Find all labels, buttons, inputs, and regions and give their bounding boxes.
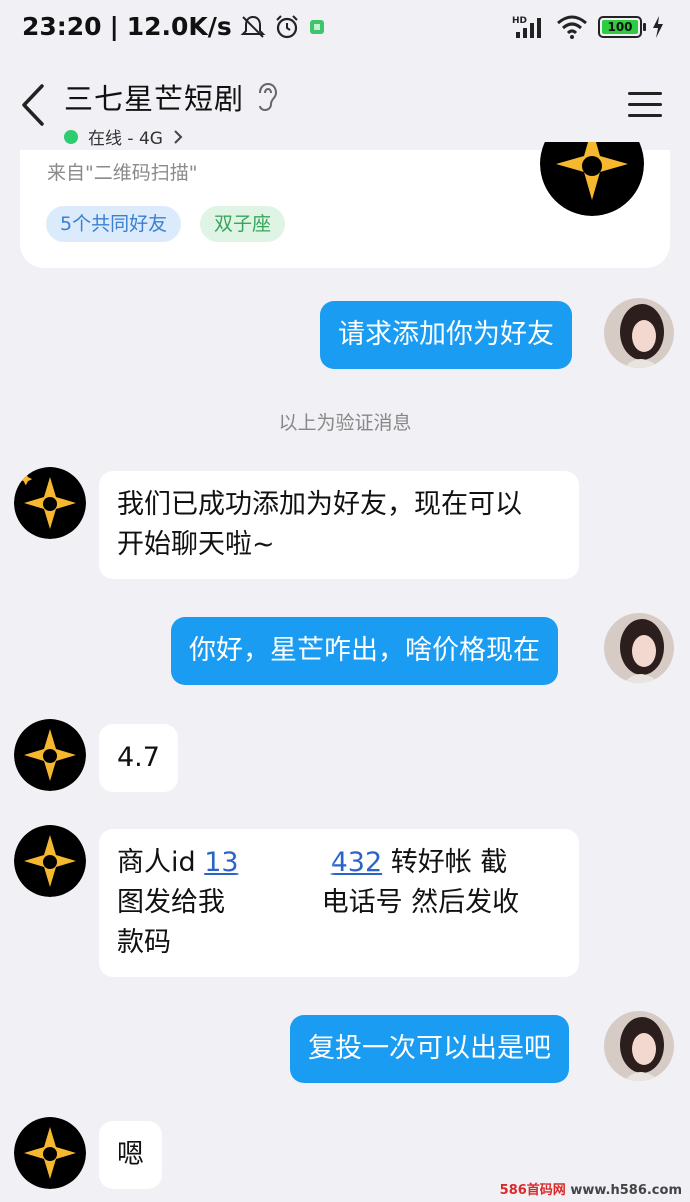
my-avatar[interactable] (604, 298, 674, 368)
message-bubble-in[interactable]: 商人id 13 432 转好帐 截 图发给我 电话号 然后发收 款码 (99, 829, 579, 977)
merchant-id-link[interactable]: 432 (331, 847, 383, 878)
mutual-friends-tag[interactable]: 5个共同好友 (46, 206, 182, 242)
alarm-clock-icon (276, 14, 298, 38)
contact-avatar[interactable] (14, 1117, 86, 1189)
online-status-text: 在线 - 4G (88, 129, 163, 149)
svg-text:HD: HD (512, 16, 527, 26)
system-message: 以上为验证消息 (278, 412, 412, 434)
message-text: 开始聊天啦~ (117, 529, 275, 560)
message-text: 我们已成功添加为好友，现在可以 (117, 489, 522, 520)
status-time: 23:20 (22, 12, 102, 41)
message-text: 你好，星芒咋出，啥价格现在 (189, 635, 540, 666)
message-bubble-out[interactable]: 复投一次可以出是吧 (290, 1015, 569, 1083)
message-text: 复投一次可以出是吧 (308, 1033, 551, 1064)
contact-avatar[interactable] (14, 719, 86, 791)
message-text: 图发给我 (117, 887, 234, 918)
profile-avatar[interactable] (540, 142, 644, 216)
wifi-icon (557, 15, 587, 39)
watermark-middle: 首码网 (526, 1183, 566, 1198)
menu-icon[interactable] (628, 92, 662, 120)
battery-icon: 100 (598, 16, 646, 38)
mute-bell-icon (240, 15, 266, 38)
chat-header: 三七星芒短剧 在线 - 4G (0, 58, 690, 150)
charging-icon (653, 16, 663, 38)
watermark-suffix: www.h586.com (565, 1183, 682, 1198)
back-arrow-icon[interactable] (16, 80, 52, 130)
my-avatar[interactable] (604, 1011, 674, 1081)
contact-name: 三七星芒短剧 (64, 82, 245, 116)
message-text: 转好帐 截 (382, 847, 508, 878)
battery-level: 100 (602, 20, 638, 34)
message-text: 请求添加你为好友 (338, 319, 554, 350)
profile-card[interactable]: 来自"二维码扫描" 5个共同好友 双子座 (20, 142, 670, 268)
zodiac-tag: 双子座 (200, 206, 286, 242)
app-notification-icon (309, 19, 324, 34)
signal-icon: HD (512, 16, 541, 38)
merchant-id-link[interactable]: 13 (204, 847, 238, 878)
status-bar: 23:20 | 12.0K/s HD 100 (0, 0, 690, 58)
message-bubble-in[interactable]: 我们已成功添加为好友，现在可以 开始聊天啦~ (99, 471, 579, 579)
message-bubble-out[interactable]: 请求添加你为好友 (320, 301, 572, 369)
status-network-speed: 12.0K/s (126, 12, 232, 41)
message-text: 电话号 然后发收 (321, 887, 520, 918)
contact-avatar[interactable] (14, 467, 86, 539)
contact-avatar[interactable] (14, 825, 86, 897)
chevron-right-icon (174, 129, 183, 144)
friend-source-text: 来自"二维码扫描" (47, 162, 198, 184)
my-avatar[interactable] (604, 613, 674, 683)
message-text: 嗯 (117, 1139, 144, 1170)
message-bubble-in[interactable]: 4.7 (99, 724, 178, 792)
ear-mode-icon[interactable] (256, 82, 278, 112)
message-text: 款码 (117, 927, 171, 958)
message-text: 商人id (117, 847, 205, 878)
message-bubble-out[interactable]: 你好，星芒咋出，啥价格现在 (171, 617, 558, 685)
redacted-region (233, 888, 322, 919)
status-divider: | (109, 12, 119, 41)
online-status-dot (64, 129, 78, 144)
message-text: 4.7 (117, 742, 160, 773)
redacted-region (238, 848, 331, 879)
chat-title-area[interactable]: 三七星芒短剧 在线 - 4G (64, 76, 278, 149)
watermark-prefix: 586 (499, 1183, 527, 1198)
watermark: 586首码网 www.h586.com (500, 1179, 682, 1198)
message-bubble-in[interactable]: 嗯 (99, 1121, 162, 1189)
